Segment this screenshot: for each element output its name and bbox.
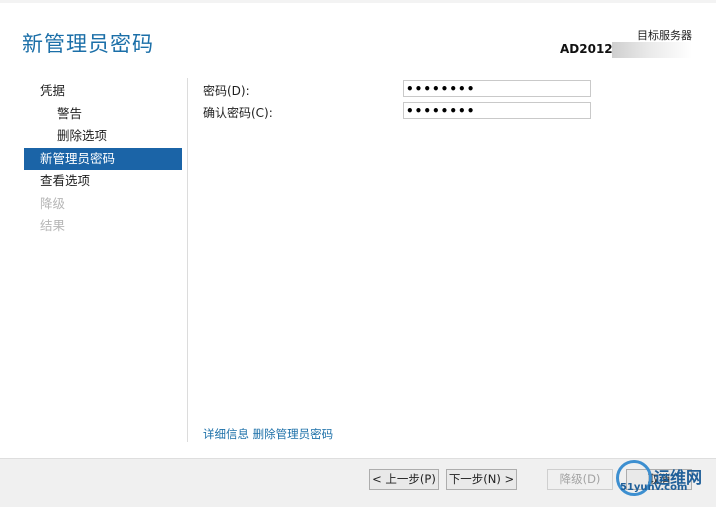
next-button[interactable]: 下一步(N) >	[446, 469, 517, 490]
password-label: 密码(D):	[203, 84, 250, 98]
demote-button: 降级(D)	[547, 469, 613, 490]
nav-item-new-admin-password[interactable]: 新管理员密码	[24, 147, 182, 170]
watermark-logo: 运维网 51yunv.com	[612, 456, 716, 506]
nav-item-warnings[interactable]: 警告	[24, 103, 182, 126]
confirm-password-field[interactable]	[403, 102, 591, 119]
confirm-password-row: 确认密码(C):	[203, 102, 693, 122]
page-title: 新管理员密码	[22, 32, 154, 56]
watermark-url: 51yunv.com	[620, 482, 688, 493]
confirm-password-label: 确认密码(C):	[203, 106, 273, 120]
wizard-footer: < 上一步(P) 下一步(N) > 降级(D) 取消	[0, 458, 716, 507]
nav-item-results: 结果	[40, 218, 66, 233]
target-server-label: 目标服务器	[637, 29, 692, 42]
nav-divider	[187, 78, 188, 442]
more-info-link[interactable]: 删除管理员密码	[253, 427, 334, 441]
more-info-prefix: 详细信息	[203, 427, 249, 441]
window-top-edge	[0, 0, 716, 3]
wizard-nav: 凭据 警告 删除选项 新管理员密码 查看选项 降级 结果	[24, 80, 182, 238]
nav-item-removal-options[interactable]: 删除选项	[24, 125, 182, 148]
password-field[interactable]	[403, 80, 591, 97]
password-form: 密码(D): 确认密码(C):	[203, 80, 693, 124]
previous-button[interactable]: < 上一步(P)	[369, 469, 439, 490]
nav-item-demotion: 降级	[40, 195, 66, 211]
redaction-blur	[612, 42, 692, 58]
nav-item-credentials[interactable]: 凭据	[24, 80, 182, 103]
nav-item-review-options[interactable]: 查看选项	[24, 170, 182, 193]
more-info: 详细信息 删除管理员密码	[203, 426, 333, 442]
password-row: 密码(D):	[203, 80, 693, 100]
